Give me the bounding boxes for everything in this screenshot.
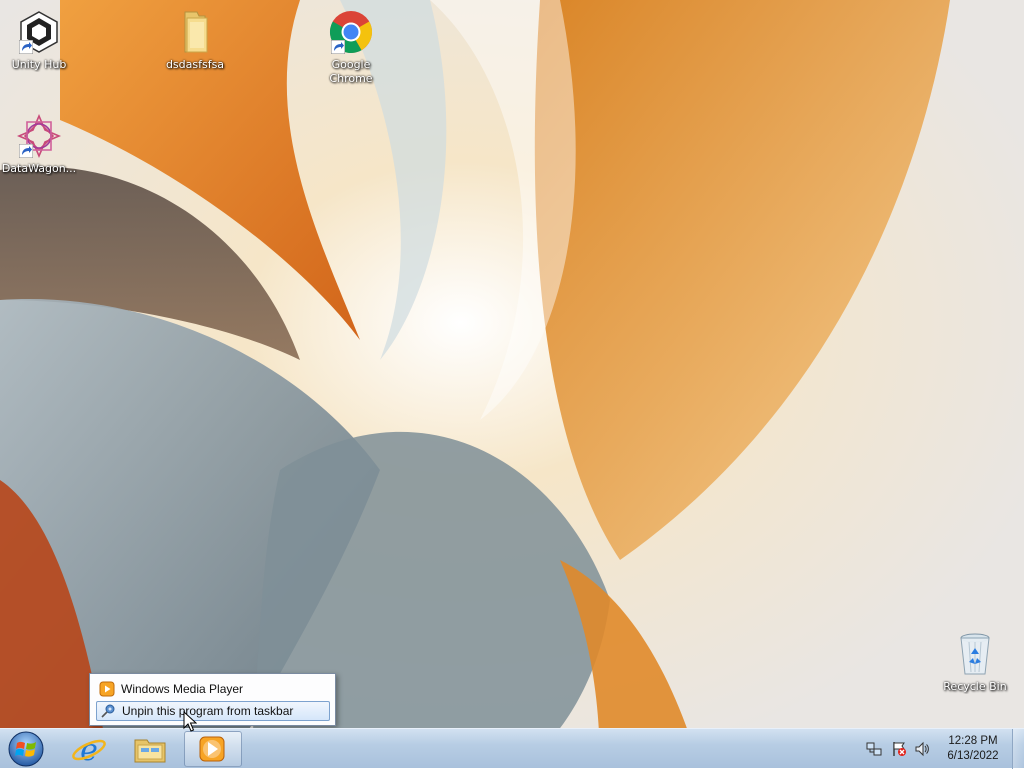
start-orb-icon[interactable] [6,731,46,767]
svg-text:e: e [80,733,98,767]
unpin-icon [101,704,115,718]
media-player-icon [199,736,225,762]
folder-icon [184,11,208,53]
desktop-icon-folder[interactable]: dsdasfsfsa [157,8,233,72]
desktop-icon-label: DataWagon... [1,162,77,175]
desktop-wallpaper [0,0,1024,768]
taskbar-media-player-button[interactable] [184,731,242,767]
clock-date: 6/13/2022 [947,750,999,762]
jump-list-item-label: Windows Media Player [121,682,244,696]
shortcut-arrow-icon [19,144,33,158]
taskbar: e 12:28 PM 6/13/2022 [0,728,1024,769]
desktop-icon-chrome[interactable]: Google Chrome [313,8,389,86]
media-player-icon [99,681,115,697]
clock[interactable]: 12:28 PM 6/13/2022 [937,734,1009,764]
taskbar-windows-explorer-button[interactable] [123,731,177,767]
clock-time: 12:28 PM [948,735,998,747]
shortcut-arrow-icon [331,40,345,54]
show-desktop-button[interactable] [1012,729,1024,769]
shortcut-arrow-icon [19,40,33,54]
desktop-icon-label: Recycle Bin [943,680,1007,693]
recycle-bin-icon [960,633,990,675]
desktop-icon-label: Google Chrome [329,58,373,85]
volume-icon[interactable] [914,741,930,757]
desktop-icon-recycle-bin[interactable]: Recycle Bin [937,630,1013,694]
desktop-icon-unity-hub[interactable]: Unity Hub [1,8,77,72]
mouse-cursor-icon [183,711,197,732]
desktop-icon-datawagon[interactable]: DataWagon... [1,112,77,176]
windows-explorer-icon [134,739,166,763]
taskbar-internet-explorer-button[interactable]: e [62,731,116,768]
jump-list-item-label: Unpin this program from taskbar [122,704,294,718]
jump-list-item-unpin[interactable]: Unpin this program from taskbar [96,701,330,721]
jump-list-item-windows-media-player[interactable]: Windows Media Player [96,679,330,699]
network-icon[interactable] [866,741,882,757]
jump-list-menu: Windows Media Player Unpin this program … [89,673,336,726]
desktop-icon-label: Unity Hub [11,58,67,71]
internet-explorer-icon: e [72,733,106,768]
desktop-icon-label: dsdasfsfsa [165,58,225,71]
action-center-icon[interactable] [891,741,907,757]
